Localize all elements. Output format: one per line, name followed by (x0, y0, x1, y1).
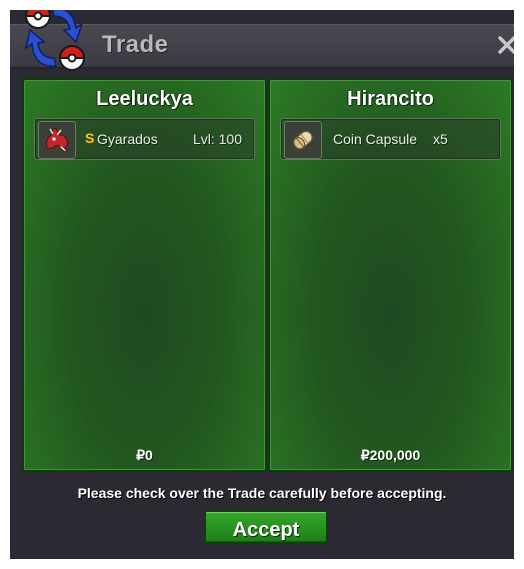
left-money-offer: ₽0 (136, 447, 153, 463)
shiny-badge: S (85, 130, 95, 146)
trade-logo-icon (24, 10, 86, 71)
trade-window: Trade Leeluckya S Gyarados Lvl: 100 ₽0 H… (10, 10, 514, 559)
gyarados-pokemon-icon (38, 121, 76, 159)
left-trade-panel: Leeluckya S Gyarados Lvl: 100 ₽0 (22, 78, 267, 472)
item-level: Lvl: 100 (192, 131, 242, 147)
item-name: Coin Capsule (333, 131, 418, 147)
coin-capsule-icon (284, 121, 322, 159)
right-trade-panel: Hirancito Coin Capsule x5 ₽200,000 (268, 78, 513, 472)
left-player-name: Leeluckya (96, 88, 193, 110)
right-money-offer: ₽200,000 (360, 447, 421, 463)
accept-button[interactable]: Accept (204, 510, 328, 544)
left-trade-item[interactable]: S Gyarados Lvl: 100 (34, 118, 255, 160)
close-icon[interactable] (497, 35, 514, 55)
trade-notice: Please check over the Trade carefully be… (77, 485, 447, 501)
window-title: Trade (102, 31, 169, 58)
item-quantity: x5 (433, 131, 448, 147)
item-name: Gyarados (97, 131, 158, 147)
right-trade-item[interactable]: Coin Capsule x5 (280, 118, 501, 160)
right-player-name: Hirancito (347, 88, 434, 110)
